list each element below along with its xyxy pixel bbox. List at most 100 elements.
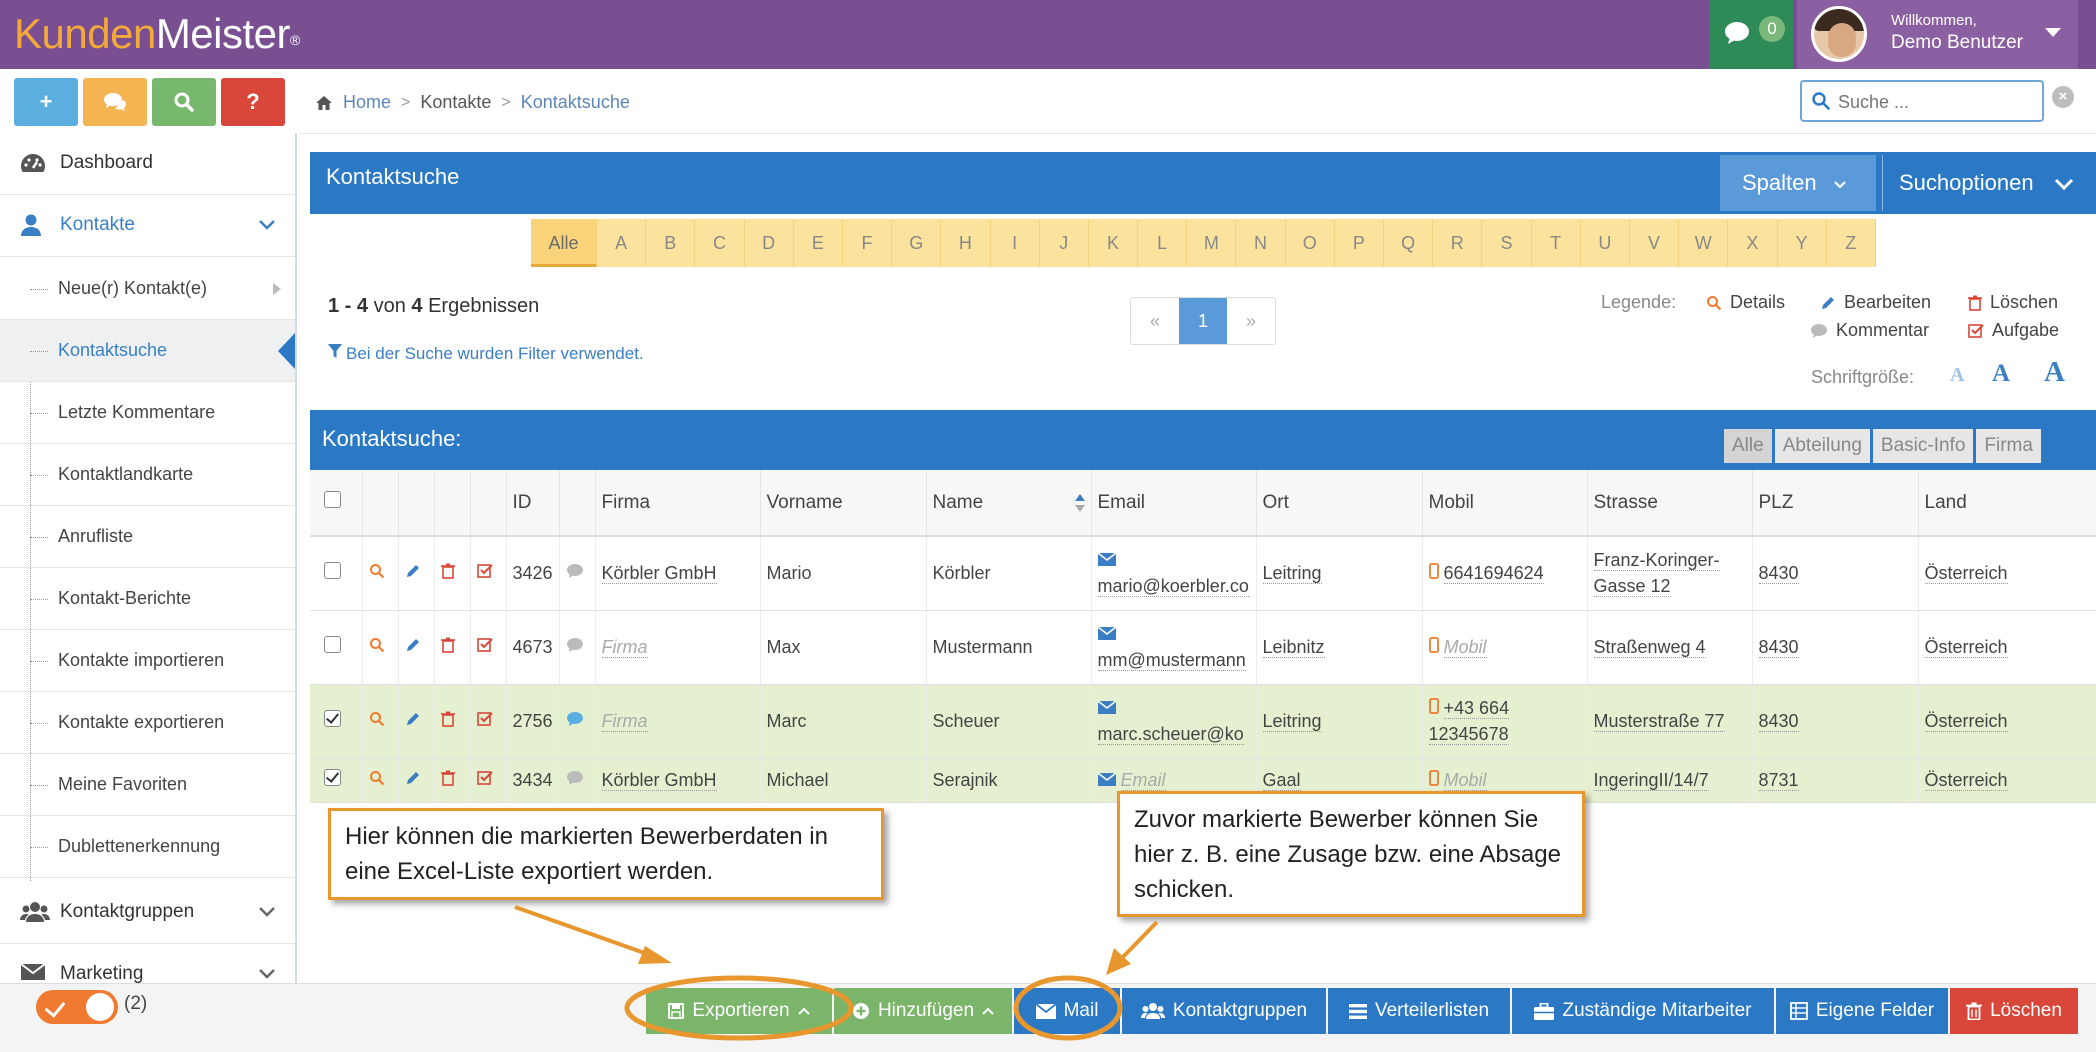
user-menu[interactable]: Willkommen, Demo Benutzer [1797, 0, 2078, 69]
row-checkbox[interactable] [324, 562, 341, 580]
alphabet-letter-h[interactable]: H [941, 219, 991, 267]
sidebar-item-kontakte-importieren[interactable]: Kontakte importieren [0, 630, 295, 692]
alphabet-letter-w[interactable]: W [1679, 219, 1729, 267]
row-details-button[interactable] [362, 684, 399, 759]
quick-help-button[interactable]: ? [221, 78, 285, 126]
exportieren-button[interactable]: Exportieren [646, 988, 832, 1034]
column-header-strasse[interactable]: Strasse [1587, 470, 1753, 537]
breadcrumb-kontakte[interactable]: Kontakte [420, 92, 491, 113]
alphabet-letter-n[interactable]: N [1236, 219, 1286, 267]
row-delete-button[interactable] [434, 610, 471, 685]
alphabet-letter-z[interactable]: Z [1826, 219, 1876, 267]
column-header-land[interactable]: Land [1918, 470, 2096, 537]
alphabet-letter-e[interactable]: E [793, 219, 843, 267]
alphabet-letter-j[interactable]: J [1039, 219, 1089, 267]
alphabet-letter-alle[interactable]: Alle [531, 219, 597, 267]
tab-abteilung[interactable]: Abteilung [1774, 429, 1870, 463]
row-task-button[interactable] [470, 610, 507, 685]
column-header-ort[interactable]: Ort [1256, 470, 1423, 537]
sidebar-item-kontaktlandkarte[interactable]: Kontaktlandkarte [0, 444, 295, 506]
table-row[interactable]: 4673 Firma Max Mustermann mm@mustermann Leibn… [310, 610, 2096, 685]
row-comment-button[interactable] [559, 536, 596, 611]
tab-alle[interactable]: Alle [1724, 429, 1772, 463]
column-header-email[interactable]: Email [1091, 470, 1257, 537]
select-all-checkbox[interactable] [324, 491, 341, 508]
search-input[interactable] [1838, 90, 2034, 114]
cell-firma[interactable]: Körbler GmbH [595, 536, 761, 611]
column-header-firma[interactable]: Firma [595, 470, 761, 537]
cell-email[interactable]: mm@mustermann [1091, 610, 1257, 685]
sidebar-item-kontakt-berichte[interactable]: Kontakt-Berichte [0, 568, 295, 630]
alphabet-letter-v[interactable]: V [1629, 219, 1680, 267]
alphabet-letter-r[interactable]: R [1433, 219, 1483, 267]
tab-firma[interactable]: Firma [1976, 429, 2041, 463]
row-comment-button[interactable] [559, 684, 596, 759]
alphabet-letter-l[interactable]: L [1138, 219, 1188, 267]
cell-email[interactable]: marc.scheuer@ko [1091, 684, 1257, 759]
sidebar-item-kontakte[interactable]: Kontakte [0, 195, 295, 257]
alphabet-letter-t[interactable]: T [1531, 219, 1581, 267]
quick-search-button[interactable] [152, 78, 216, 126]
sidebar-item-kontaktsuche[interactable]: Kontaktsuche [0, 320, 295, 382]
suchoptionen-dropdown-button[interactable]: Suchoptionen [1882, 155, 2096, 211]
quick-add-button[interactable]: + [14, 78, 78, 126]
tab-basic-info[interactable]: Basic-Info [1872, 429, 1974, 463]
pager-prev-button[interactable]: « [1131, 298, 1179, 344]
row-task-button[interactable] [470, 758, 507, 803]
alphabet-letter-k[interactable]: K [1088, 219, 1139, 267]
font-size-large-button[interactable]: A [2044, 356, 2065, 389]
row-checkbox[interactable] [324, 769, 341, 786]
alphabet-letter-p[interactable]: P [1334, 219, 1384, 267]
row-comment-button[interactable] [559, 610, 596, 685]
cell-mobil[interactable]: Mobil [1422, 610, 1588, 685]
sidebar-item-marketing[interactable]: Marketing [0, 944, 295, 983]
alphabet-letter-s[interactable]: S [1482, 219, 1532, 267]
verteilerlisten-button[interactable]: Verteilerlisten [1328, 988, 1510, 1034]
column-header-vorname[interactable]: Vorname [760, 470, 927, 537]
clear-search-button[interactable]: × [2052, 86, 2074, 108]
alphabet-letter-a[interactable]: A [597, 219, 647, 267]
zustaendige-mitarbeiter-button[interactable]: Zuständige Mitarbeiter [1512, 988, 1774, 1034]
alphabet-letter-b[interactable]: B [646, 219, 696, 267]
cell-firma[interactable]: Firma [595, 610, 761, 685]
row-details-button[interactable] [362, 758, 399, 803]
cell-mobil[interactable]: 6641694624 [1422, 536, 1588, 611]
pager-page-1[interactable]: 1 [1179, 298, 1227, 344]
loeschen-button[interactable]: Löschen [1950, 988, 2078, 1034]
column-header-plz[interactable]: PLZ [1752, 470, 1919, 537]
sidebar-item-dublettenerkennung[interactable]: Dublettenerkennung [0, 816, 295, 878]
alphabet-letter-x[interactable]: X [1728, 219, 1778, 267]
filter-notice[interactable]: Bei der Suche wurden Filter verwendet. [328, 344, 644, 364]
eigene-felder-button[interactable]: Eigene Felder [1776, 988, 1948, 1034]
sidebar-item-anrufliste[interactable]: Anrufliste [0, 506, 295, 568]
column-header-name[interactable]: Name [926, 470, 1092, 537]
alphabet-letter-g[interactable]: G [892, 219, 942, 267]
row-edit-button[interactable] [398, 758, 435, 803]
alphabet-letter-o[interactable]: O [1285, 219, 1335, 267]
sidebar-item-letzte-kommentare[interactable]: Letzte Kommentare [0, 382, 295, 444]
quick-comment-button[interactable] [83, 78, 147, 126]
row-delete-button[interactable] [434, 536, 471, 611]
hinzufuegen-button[interactable]: Hinzufügen [834, 988, 1012, 1034]
alphabet-letter-d[interactable]: D [744, 219, 794, 267]
row-checkbox[interactable] [324, 710, 341, 727]
row-details-button[interactable] [362, 610, 399, 685]
column-header-id[interactable]: ID [506, 470, 560, 537]
app-logo[interactable]: KundenMeister® [14, 6, 300, 62]
chat-notifications-button[interactable]: 0 [1709, 0, 1793, 69]
row-details-button[interactable] [362, 536, 399, 611]
cell-mobil[interactable]: +43 664 12345678 [1422, 684, 1588, 759]
sidebar-item-dashboard[interactable]: Dashboard [0, 133, 295, 195]
alphabet-letter-i[interactable]: I [990, 219, 1040, 267]
row-task-button[interactable] [470, 684, 507, 759]
row-edit-button[interactable] [398, 536, 435, 611]
selection-toggle[interactable] [36, 990, 118, 1024]
sidebar-item-neuer-kontakt[interactable]: Neue(r) Kontakt(e) [0, 258, 295, 320]
alphabet-letter-f[interactable]: F [842, 219, 893, 267]
row-checkbox[interactable] [324, 636, 341, 653]
cell-email[interactable]: mario@koerbler.co [1091, 536, 1257, 611]
font-size-medium-button[interactable]: A [1992, 360, 2010, 388]
font-size-small-button[interactable]: A [1950, 364, 1964, 387]
cell-firma[interactable]: Firma [595, 684, 761, 759]
spalten-dropdown-button[interactable]: Spalten [1720, 155, 1876, 211]
